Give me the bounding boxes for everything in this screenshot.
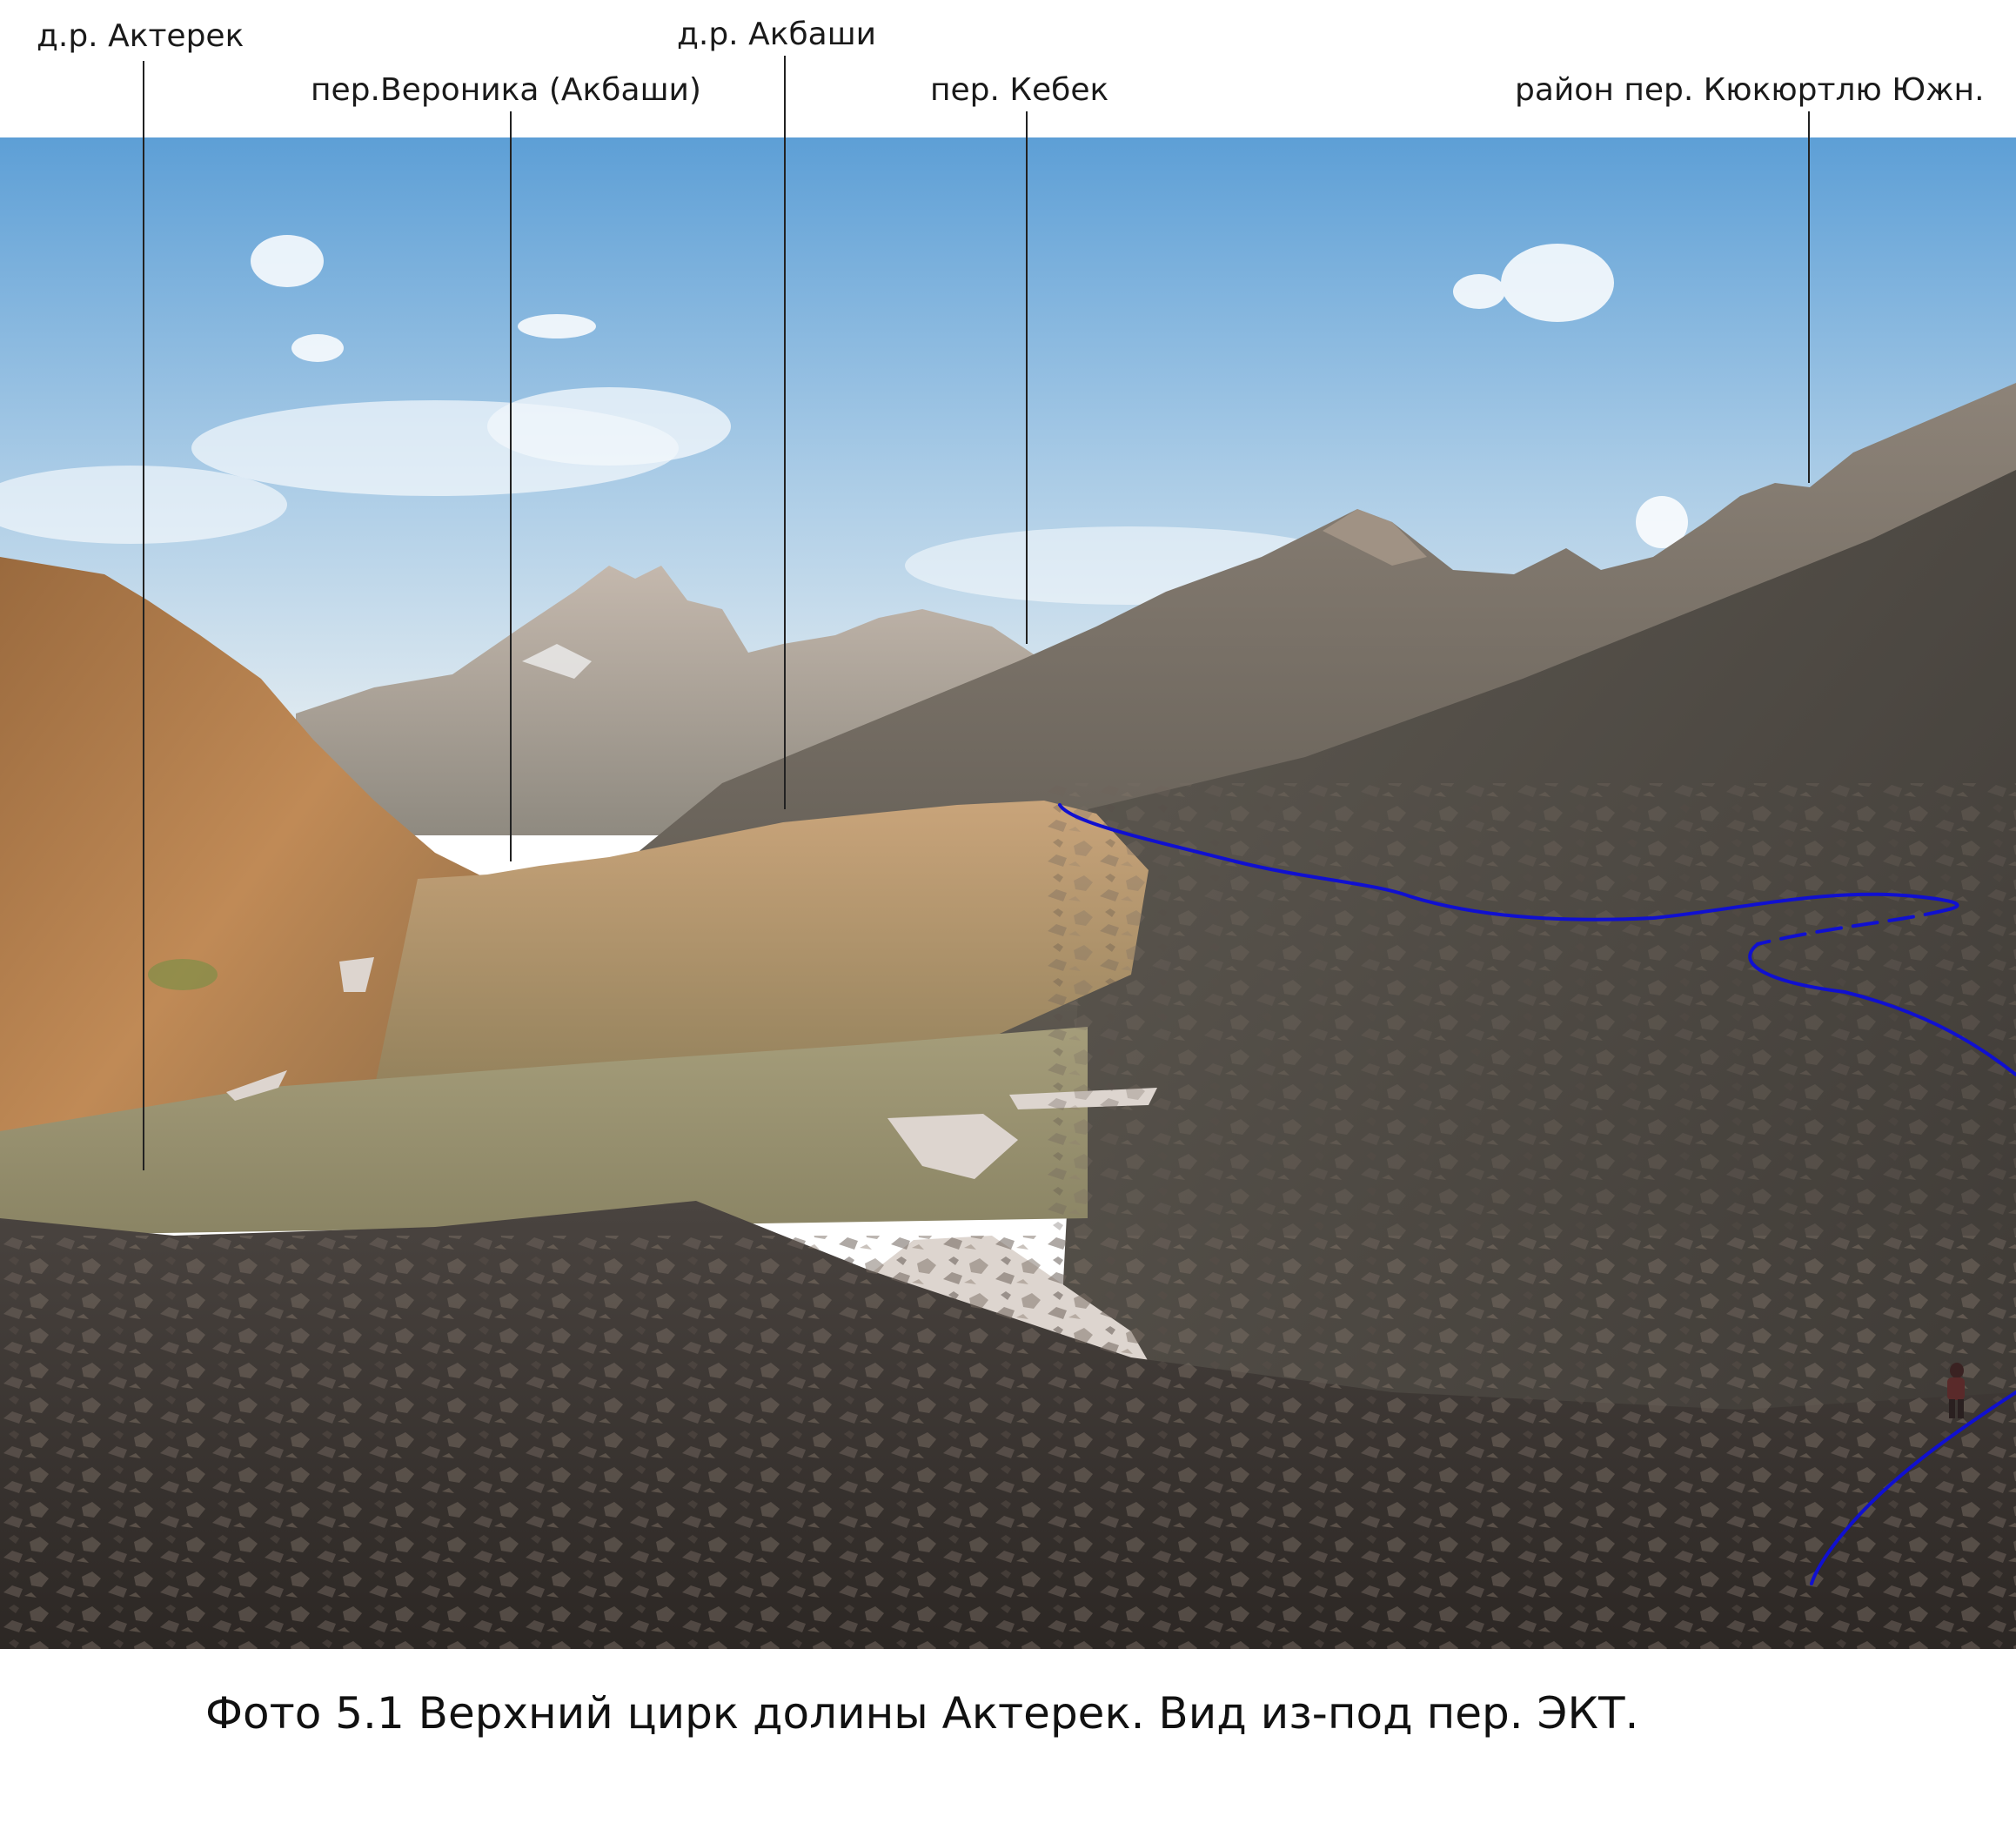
label-akterek: д.р. Актерек bbox=[37, 18, 244, 54]
label-kebek: пер. Кебек bbox=[930, 72, 1109, 108]
label-veronika: пер.Вероника (Акбаши) bbox=[311, 72, 701, 108]
photo-caption: Фото 5.1 Верхний цирк долины Актерек. Ви… bbox=[205, 1688, 1639, 1739]
label-akbashi: д.р. Акбаши bbox=[677, 17, 877, 52]
label-kyukyurtlyu: район пер. Кюкюртлю Южн. bbox=[1515, 72, 1985, 108]
annotated-photo: д.р. Актерек пер.Вероника (Акбаши) д.р. … bbox=[0, 0, 2016, 1843]
photo-svg bbox=[0, 56, 2016, 1843]
